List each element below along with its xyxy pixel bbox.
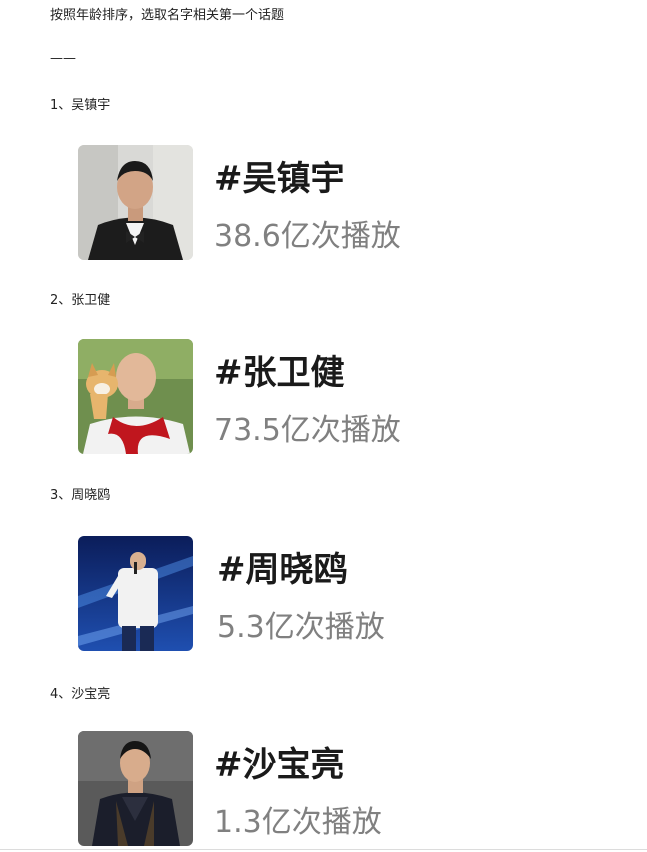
item-label-1: 1、吴镇宇 — [50, 98, 111, 113]
topic-title-2: #张卫健 — [214, 353, 345, 393]
item-label-2: 2、张卫健 — [50, 293, 111, 308]
divider-dash: —— — [50, 51, 76, 66]
item-label-4: 4、沙宝亮 — [50, 687, 111, 702]
play-count-1: 38.6亿次播放 — [214, 219, 401, 254]
topic-title-1: #吴镇宇 — [214, 159, 345, 199]
bald-man-with-dog-portrait-icon — [78, 339, 193, 454]
bottom-divider — [0, 849, 647, 850]
play-count-3: 5.3亿次播放 — [217, 610, 385, 645]
topic-title-4: #沙宝亮 — [214, 745, 345, 785]
man-in-tuxedo-portrait-icon — [78, 145, 193, 260]
intro-text: 按照年龄排序，选取名字相关第一个话题 — [50, 8, 285, 23]
item-label-3: 3、周晓鸥 — [50, 488, 111, 503]
singer-on-stage-photo-icon — [78, 536, 193, 651]
man-in-vest-portrait-icon — [78, 731, 193, 846]
play-count-2: 73.5亿次播放 — [214, 413, 401, 448]
topic-title-3: #周晓鸥 — [217, 550, 348, 590]
play-count-4: 1.3亿次播放 — [214, 805, 382, 840]
